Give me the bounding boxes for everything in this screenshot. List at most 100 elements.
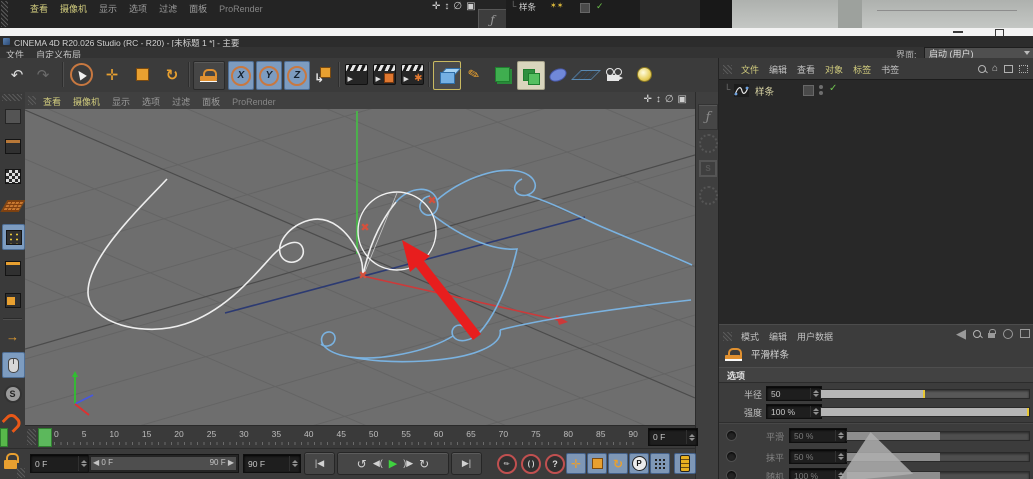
object-manager-menu-item[interactable]: 编辑 (769, 63, 787, 76)
camera-button[interactable] (601, 61, 627, 88)
frame-icon[interactable] (1004, 64, 1013, 73)
enabled-check-icon[interactable]: ✓ (596, 1, 604, 12)
rotate-view-icon[interactable]: ∅ (453, 1, 462, 12)
background-viewport-menu-item[interactable]: 选项 (129, 2, 147, 15)
modeling-tools-button[interactable] (517, 61, 545, 90)
timeline-tick-label[interactable]: 10 (109, 429, 118, 439)
key-rotation-button[interactable]: ↻ (608, 453, 628, 474)
dolly-icon[interactable]: ↕ (656, 94, 661, 105)
timeline-tick-label[interactable]: 70 (499, 429, 508, 439)
object-list[interactable]: └ 样条 ✓ (719, 79, 1033, 325)
timeline-tick-label[interactable]: 85 (596, 429, 605, 439)
play-backward-button[interactable]: ↺ (357, 457, 367, 471)
object-manager-menu-item[interactable]: 文件 (741, 63, 759, 76)
attribute-manager-handle[interactable] (723, 332, 732, 341)
polygons-mode-button[interactable] (2, 288, 23, 312)
current-frame-field[interactable]: 0 F (648, 428, 698, 446)
spline-blue[interactable] (320, 169, 693, 363)
key-scale-button[interactable] (587, 453, 607, 474)
model-mode-button[interactable] (2, 134, 23, 158)
timeline-tick-label[interactable]: 0 (54, 429, 59, 439)
timeline-tick-label[interactable]: 60 (434, 429, 443, 439)
goto-end-button[interactable]: ▶| (451, 452, 482, 475)
right-arrow-icon[interactable]: ▶ (228, 458, 234, 467)
home-icon[interactable]: ⌂ (992, 64, 998, 74)
move-tool-button[interactable]: ✛ (99, 61, 125, 88)
timeline-tick-label[interactable]: 90 (628, 429, 637, 439)
target-icon[interactable] (1003, 328, 1013, 339)
viewport-menu-item[interactable]: 摄像机 (73, 95, 100, 108)
viewport-canvas[interactable] (24, 0, 696, 479)
viewport-solo-button[interactable] (2, 352, 25, 378)
viewport-menu-item[interactable]: 查看 (43, 95, 61, 108)
texture-mode-button[interactable] (2, 164, 23, 188)
axis-x-lock-button[interactable]: X (228, 61, 254, 90)
object-manager-menu-item[interactable]: 对象 (825, 63, 843, 76)
make-editable-button[interactable] (2, 104, 23, 128)
timeline-tick-label[interactable]: 25 (207, 429, 216, 439)
strength-input[interactable]: 100 % (766, 404, 822, 419)
enabled-check-icon[interactable]: ✓ (829, 83, 837, 94)
light-button[interactable] (631, 61, 657, 88)
pan-icon[interactable]: ✛ (643, 94, 651, 105)
redo-button[interactable]: ↷ (30, 61, 56, 88)
timeline-handle[interactable] (27, 429, 36, 445)
viewport-menu-item[interactable]: 选项 (142, 95, 160, 108)
timeline-tick-label[interactable]: 50 (369, 429, 378, 439)
timeline-tick-label[interactable]: 75 (531, 429, 540, 439)
background-object-name[interactable]: 样条 (519, 1, 536, 13)
background-viewport-menu-item[interactable]: 面板 (189, 2, 207, 15)
background-viewport-menu-item[interactable]: 查看 (30, 2, 48, 15)
object-manager-menu-item[interactable]: 书签 (881, 63, 899, 76)
timeline-tick-label[interactable]: 35 (272, 429, 281, 439)
viewport-menu-item[interactable]: 过滤 (172, 95, 190, 108)
panel-icon[interactable] (1020, 329, 1030, 338)
random-checkbox[interactable] (726, 470, 737, 479)
spline-pen-button[interactable]: ✎ (461, 61, 487, 88)
tag-icon[interactable] (580, 3, 590, 13)
object-manager-menu-item[interactable]: 查看 (797, 63, 815, 76)
toggle-panel-icon[interactable]: ▣ (466, 1, 475, 12)
minimize-icon[interactable] (953, 31, 963, 33)
workplane-mode-button[interactable] (0, 194, 25, 218)
plugin-s-icon[interactable]: S (699, 160, 717, 177)
frame-range-slider[interactable]: ◀ 0 F 90 F ▶ (88, 454, 239, 473)
strength-slider[interactable] (820, 407, 1030, 417)
render-region-button[interactable]: ▶ (371, 61, 397, 88)
object-row-spline[interactable]: └ 样条 ✓ (719, 83, 1033, 98)
viewport-menu-item[interactable]: ProRender (232, 97, 276, 107)
rotate-tool-button[interactable]: ↻ (159, 61, 185, 88)
key-parameter-button[interactable]: P (629, 453, 649, 474)
timeline-minor-ticks[interactable] (54, 442, 638, 445)
search-icon[interactable] (973, 329, 981, 338)
last-tool-smooth-button[interactable] (193, 61, 225, 90)
smooth-checkbox[interactable] (726, 430, 737, 441)
attribute-manager-menu-item[interactable]: 模式 (741, 330, 759, 343)
frame-start-field[interactable]: 0 F (30, 454, 90, 473)
autokeying-button[interactable]: ( ) (521, 454, 541, 474)
radius-input[interactable]: 50 (766, 386, 822, 401)
toggle-panel-icon[interactable]: ▣ (678, 94, 687, 105)
render-view-button[interactable]: ▶ (343, 61, 369, 88)
goto-start-button[interactable]: |◀ (304, 452, 335, 475)
plugin-circle-icon[interactable] (699, 134, 718, 153)
viewport-menu-handle[interactable] (28, 96, 36, 105)
attribute-manager-menu-item[interactable]: 编辑 (769, 330, 787, 343)
enable-axis-button[interactable]: → (2, 324, 23, 348)
viewport-menu-item[interactable]: 显示 (112, 95, 130, 108)
palette-handle[interactable] (2, 94, 22, 101)
axis-y-lock-button[interactable]: Y (256, 61, 282, 90)
attribute-manager-menu-item[interactable]: 用户数据 (797, 330, 833, 343)
lock-icon[interactable] (988, 329, 996, 338)
viewport-menu-item[interactable]: 面板 (202, 95, 220, 108)
plugin-circle-icon[interactable] (699, 186, 718, 205)
radius-slider[interactable] (820, 389, 1030, 399)
spinner-arrows[interactable] (78, 456, 88, 471)
timeline-tick-label[interactable]: 30 (239, 429, 248, 439)
layer-tag-icon[interactable] (803, 85, 814, 96)
timeline-tick-label[interactable]: 80 (564, 429, 573, 439)
flatten-checkbox[interactable] (726, 451, 737, 462)
search-icon[interactable] (977, 64, 986, 73)
scale-tool-button[interactable] (129, 61, 155, 88)
background-viewport-menu-item[interactable]: 显示 (99, 2, 117, 15)
